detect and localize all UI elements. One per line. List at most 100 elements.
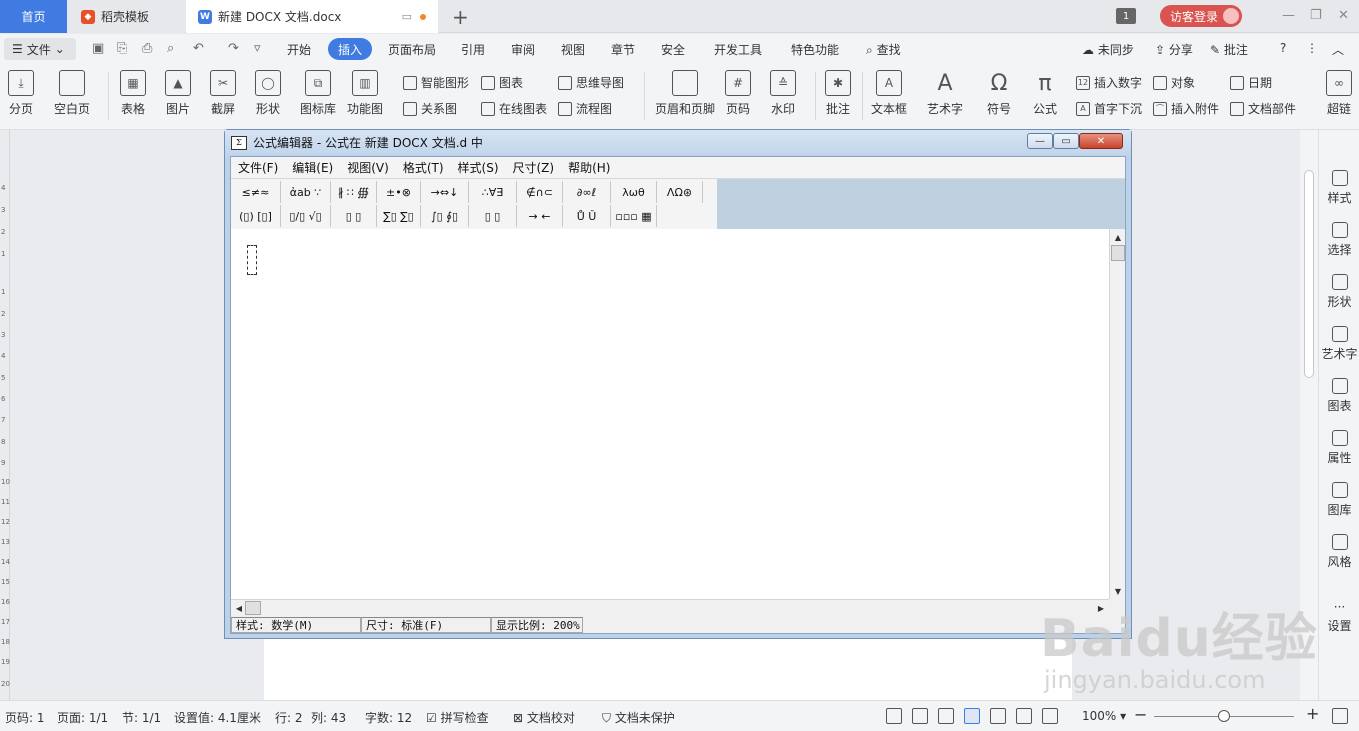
print-preview-icon[interactable]: ⌕ (167, 41, 174, 56)
sidebar-select[interactable]: 选择 (1319, 222, 1359, 258)
tab-home[interactable]: 首页 (0, 0, 67, 33)
date-button[interactable]: 日期 (1230, 74, 1272, 91)
read-mode-icon[interactable] (912, 708, 928, 724)
greek-lower-palette[interactable]: λωθ (611, 181, 657, 203)
minimize-icon[interactable]: — (1282, 8, 1295, 23)
picture-button[interactable]: ▲ 图片 (165, 70, 191, 117)
smart-graphic-button[interactable]: 智能图形 (403, 74, 469, 91)
hyperlink-button[interactable]: ∞ 超链 (1326, 70, 1352, 117)
scrollbar-thumb[interactable] (1304, 170, 1314, 378)
sidebar-style[interactable]: 样式 (1319, 170, 1359, 206)
spaces-ellipses-palette[interactable]: ἀab ∵ (281, 181, 331, 203)
eq-menu-help[interactable]: 帮助(H) (561, 159, 617, 176)
operator-symbols-palette[interactable]: ±•⊗ (377, 181, 421, 203)
textbox-button[interactable]: A 文本框 (871, 70, 907, 117)
object-button[interactable]: 对象 (1153, 74, 1195, 91)
document-scrollbar[interactable] (1300, 130, 1318, 700)
sidebar-theme[interactable]: 风格 (1319, 534, 1359, 570)
status-setting[interactable]: 设置值: 4.1厘米 (174, 709, 261, 726)
menu-start[interactable]: 开始 (287, 41, 311, 58)
labeled-arrow-palette[interactable]: → ← (517, 205, 563, 227)
page-break-button[interactable]: ⤓ 分页 (8, 70, 34, 117)
menu-references[interactable]: 引用 (461, 41, 485, 58)
equation-hscroll-thumb[interactable] (245, 601, 261, 615)
status-section[interactable]: 节: 1/1 (122, 709, 161, 726)
pen-icon[interactable] (938, 708, 954, 724)
menu-security[interactable]: 安全 (661, 41, 685, 58)
zoom-out-icon[interactable]: − (1134, 705, 1147, 724)
comment-button[interactable]: ✎ 批注 (1210, 41, 1248, 58)
online-chart-button[interactable]: 在线图表 (481, 100, 547, 117)
header-footer-button[interactable]: 页眉和页脚 (655, 70, 715, 117)
print-icon[interactable]: ⎙ (142, 41, 152, 56)
sidebar-wordart[interactable]: 艺术字 (1319, 326, 1359, 362)
screenshot-button[interactable]: ✂ 截屏 (210, 70, 236, 117)
save-icon[interactable]: ▣ (92, 41, 104, 56)
equation-insertion-slot[interactable] (247, 245, 257, 275)
sidebar-chart[interactable]: 图表 (1319, 378, 1359, 414)
restore-icon[interactable]: ❐ (1310, 8, 1322, 23)
watermark-button[interactable]: ≙ 水印 (770, 70, 796, 117)
search-button[interactable]: ⌕ 查找 (866, 41, 901, 58)
proofread-button[interactable]: ⊠ 文档校对 (513, 709, 575, 726)
help-icon[interactable]: ? (1280, 41, 1286, 55)
collapse-ribbon-icon[interactable]: ︿ (1332, 41, 1344, 58)
attachment-button[interactable]: ⌒ 插入附件 (1153, 100, 1219, 117)
status-column[interactable]: 列: 43 (311, 709, 346, 726)
matrix-palette[interactable]: ▫▫▫ ▦ (611, 205, 657, 227)
summation-palette[interactable]: ∑▯ ∑▯ (377, 205, 421, 227)
share-button[interactable]: ⇪ 分享 (1155, 41, 1193, 58)
shape-button[interactable]: ◯ 形状 (255, 70, 281, 117)
logical-symbols-palette[interactable]: ∴∀∃ (469, 181, 517, 203)
scroll-right-icon[interactable]: ▶ (1093, 600, 1109, 616)
undo-icon[interactable]: ↶ (193, 41, 204, 56)
flowchart-button[interactable]: 流程图 (558, 100, 612, 117)
mindmap-button[interactable]: 思维导图 (558, 74, 624, 91)
doc-parts-button[interactable]: 文档部件 (1230, 100, 1296, 117)
monitor-icon[interactable]: ▭ (402, 10, 412, 23)
fence-templates-palette[interactable]: (▯) [▯] (231, 205, 281, 227)
formula-button[interactable]: π 公式 (1032, 70, 1058, 117)
menu-insert[interactable]: 插入 (328, 38, 373, 60)
embellishments-palette[interactable]: ∦ ∷ ∰ (331, 181, 377, 203)
eq-close-icon[interactable]: ✕ (1079, 133, 1123, 149)
status-row[interactable]: 行: 2 (275, 709, 303, 726)
eq-menu-format[interactable]: 格式(T) (396, 159, 451, 176)
status-wordcount[interactable]: 字数: 12 (365, 709, 412, 726)
subscript-palette[interactable]: ▯ ▯ (331, 205, 377, 227)
sidebar-gallery[interactable]: 图库 (1319, 482, 1359, 518)
eq-menu-file[interactable]: 文件(F) (231, 159, 285, 176)
fit-window-icon[interactable] (1332, 708, 1348, 724)
equation-vertical-scrollbar[interactable]: ▲ ▼ (1109, 229, 1125, 599)
equation-edit-area[interactable] (231, 229, 1109, 599)
status-page-number[interactable]: 页码: 1 (5, 709, 45, 726)
relation-symbols-palette[interactable]: ≤≠≈ (231, 181, 281, 203)
annotation-button[interactable]: ✱ 批注 (825, 70, 851, 117)
window-count-badge[interactable]: 1 (1116, 8, 1136, 24)
insert-number-button[interactable]: 12 插入数字 (1076, 74, 1142, 91)
drop-cap-button[interactable]: A 首字下沉 (1076, 100, 1142, 117)
protect-button[interactable]: ⛉ 文档未保护 (602, 709, 675, 726)
equation-horizontal-scrollbar[interactable]: ◀ ▶ (231, 599, 1109, 615)
menu-page-layout[interactable]: 页面布局 (388, 41, 436, 58)
tab-template[interactable]: ◆ 稻壳模板 (67, 0, 185, 33)
status-pages[interactable]: 页面: 1/1 (57, 709, 108, 726)
wordart-button[interactable]: A 艺术字 (927, 70, 963, 117)
zoom-in-icon[interactable]: + (1306, 704, 1319, 723)
underbar-overbar-palette[interactable]: ▯ ▯ (469, 205, 517, 227)
file-menu-button[interactable]: ☰ 文件 ⌄ (4, 38, 76, 60)
add-tab-button[interactable]: + (452, 5, 469, 29)
chart-button[interactable]: 图表 (481, 74, 523, 91)
table-button[interactable]: ▦ 表格 (120, 70, 146, 117)
redo-icon[interactable]: ↷ (228, 41, 239, 56)
web-view-icon[interactable] (1016, 708, 1032, 724)
symbol-button[interactable]: Ω 符号 (986, 70, 1012, 117)
sidebar-properties[interactable]: 属性 (1319, 430, 1359, 466)
close-icon[interactable]: ✕ (1338, 8, 1349, 23)
eq-menu-size[interactable]: 尺寸(Z) (506, 159, 562, 176)
spellcheck-button[interactable]: ☑ 拼写检查 (426, 709, 489, 726)
scroll-up-icon[interactable]: ▲ (1110, 229, 1126, 245)
eq-menu-view[interactable]: 视图(V) (340, 159, 396, 176)
menu-developer[interactable]: 开发工具 (714, 41, 762, 58)
greek-upper-palette[interactable]: ΛΩ⊛ (657, 181, 703, 203)
